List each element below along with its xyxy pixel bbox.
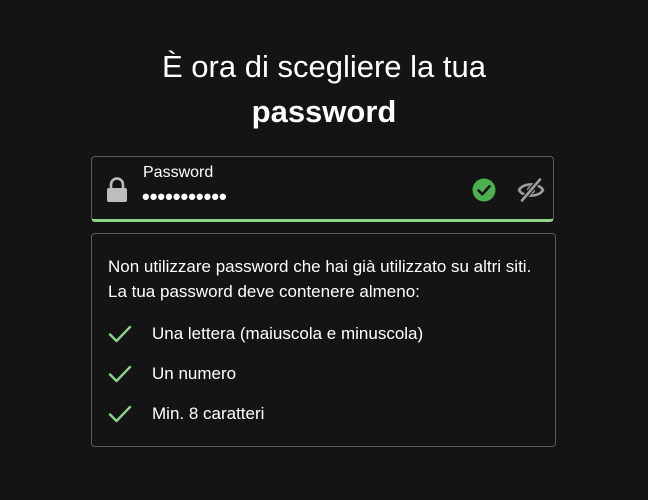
requirement-text: Min. 8 caratteri (152, 404, 265, 423)
password-setup-page: È ora di scegliere la tua password Passw… (0, 0, 648, 500)
password-input[interactable]: ••••••••••• (142, 184, 227, 210)
page-title-line1: È ora di scegliere la tua (162, 49, 486, 84)
eye-slash-icon[interactable] (517, 177, 545, 203)
requirement-item: Una lettera (maiuscola e minuscola) (108, 314, 423, 354)
requirement-text: Un numero (152, 364, 237, 383)
check-icon (108, 325, 132, 343)
lock-icon (107, 177, 127, 202)
check-icon (108, 365, 132, 383)
check-circle-icon (472, 178, 496, 202)
page-title-line2: password (251, 94, 397, 129)
page-title: È ora di scegliere la tua password (0, 44, 648, 134)
check-icon (108, 405, 132, 423)
password-requirements: Non utilizzare password che hai già util… (91, 233, 556, 447)
requirement-item: Un numero (108, 354, 423, 394)
password-field[interactable]: Password ••••••••••• (91, 156, 554, 222)
requirements-list: Una lettera (maiuscola e minuscola) Un n… (108, 314, 423, 434)
password-label: Password (143, 164, 214, 181)
requirement-item: Min. 8 caratteri (108, 394, 423, 434)
requirement-text: Una lettera (maiuscola e minuscola) (152, 324, 424, 343)
requirements-intro: Non utilizzare password che hai già util… (108, 257, 532, 301)
